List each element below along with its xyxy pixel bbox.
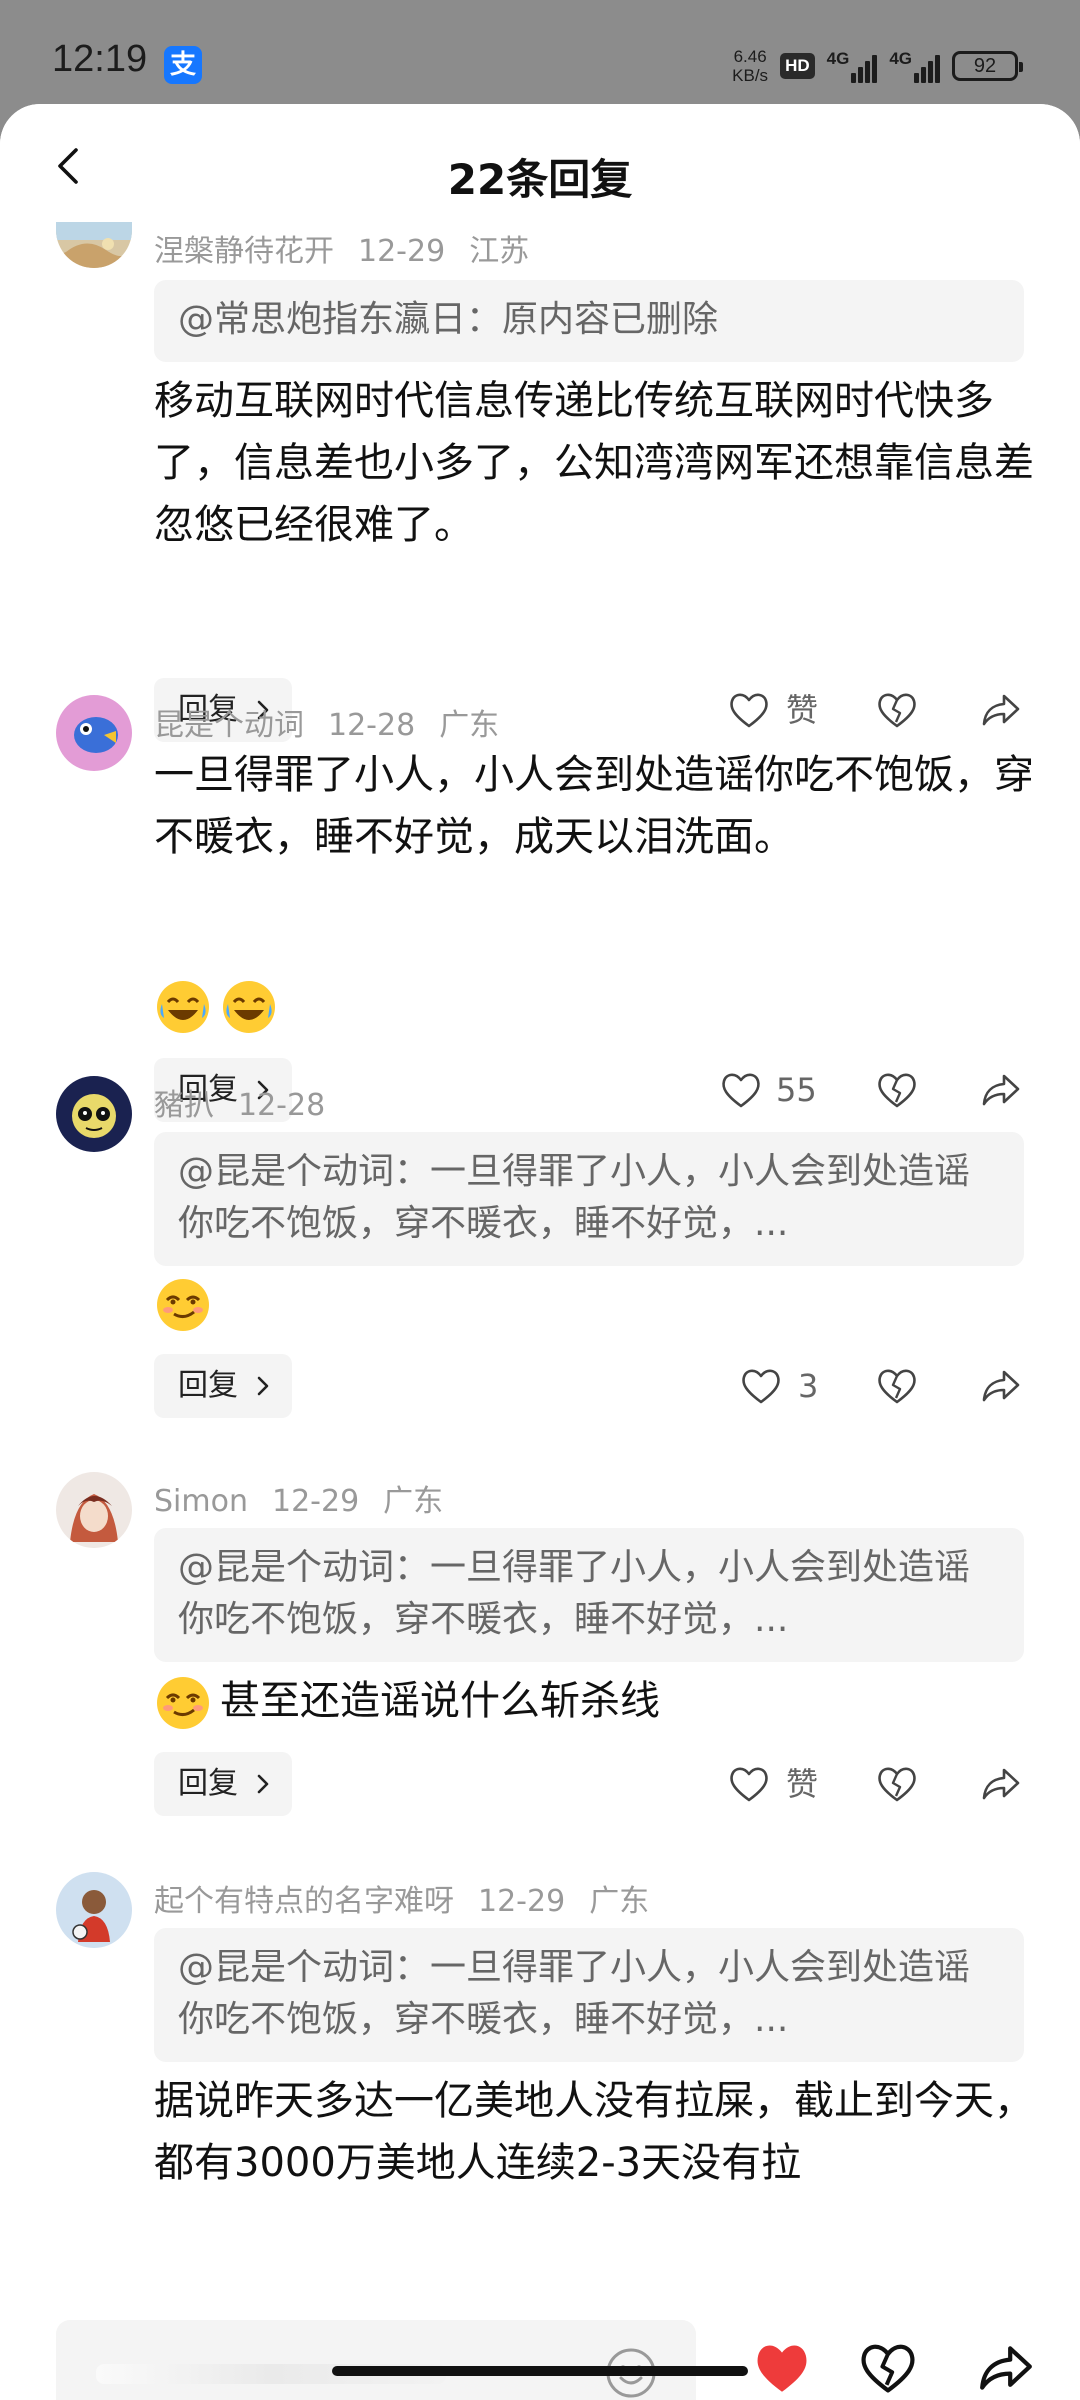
broken-heart-icon[interactable] <box>876 1764 918 1804</box>
avatar[interactable] <box>56 222 132 268</box>
username[interactable]: 涅槃静待花开 <box>154 234 334 269</box>
comment-location: 广东 <box>589 1884 650 1919</box>
broken-heart-icon[interactable] <box>876 1070 918 1110</box>
avatar[interactable] <box>56 1872 132 1948</box>
comment-actions: 赞 <box>720 1752 1040 1816</box>
laughing-tears-emoji <box>223 981 275 1033</box>
comment-date: 12-28 <box>328 708 416 743</box>
emoji-row <box>154 978 286 1036</box>
comment-input[interactable] <box>56 2320 696 2400</box>
share-icon[interactable] <box>980 1070 1022 1110</box>
signal-icon-2: 4G <box>889 49 940 83</box>
laughing-tears-emoji <box>157 981 209 1033</box>
comment-meta: 起个有特点的名字难呀 12-29 广东 <box>154 1876 673 1920</box>
comment-text: 甚至还造谣说什么斩杀线 <box>220 1678 660 1724</box>
broken-heart-icon[interactable] <box>876 690 918 730</box>
comment-date: 12-28 <box>238 1088 326 1123</box>
hd-icon: HD <box>780 53 815 79</box>
status-time: 12:19 <box>52 38 148 80</box>
chevron-right-icon <box>257 1376 269 1396</box>
quoted-comment[interactable]: @昆是个动词：一旦得罪了小人，小人会到处造谣你吃不饱饭，穿不暖衣，睡不好觉，..… <box>154 1528 1024 1662</box>
replies-sheet: 涅槃静待花开 12-29 江苏 @常思炮指东瀛日：原内容已删除 移动互联网时代信息传… <box>0 104 1080 2400</box>
heart-icon[interactable] <box>720 1070 762 1110</box>
comment-text: 据说昨天多达一亿美地人没有拉屎，截止到今天，都有3000万美地人连续2-3天没有… <box>154 2078 1034 2186</box>
broken-heart-icon[interactable] <box>876 1366 918 1406</box>
emoji-row <box>154 1276 220 1334</box>
reply-list[interactable]: 涅槃静待花开 12-29 江苏 @常思炮指东瀛日：原内容已删除 移动互联网时代信息传… <box>0 104 1080 2200</box>
comment-location: 江苏 <box>469 234 530 269</box>
comment-date: 12-29 <box>478 1884 566 1919</box>
heart-icon[interactable] <box>728 690 770 730</box>
like-count: 赞 <box>786 1765 819 1803</box>
share-icon[interactable] <box>976 2340 1036 2396</box>
chevron-right-icon <box>257 1774 269 1794</box>
comment-meta: 昆是个动词 12-28 广东 <box>154 700 523 744</box>
avatar[interactable] <box>56 1472 132 1548</box>
comment-meta: 豬扒 12-28 <box>154 1080 349 1124</box>
comment-actions: 55 <box>720 1058 1040 1122</box>
broken-heart-icon[interactable] <box>858 2340 918 2396</box>
comment-date: 12-29 <box>358 234 446 269</box>
username[interactable]: 昆是个动词 <box>154 708 304 743</box>
comment-actions: 3 <box>720 1354 1040 1418</box>
quoted-comment[interactable]: @昆是个动词：一旦得罪了小人，小人会到处造谣你吃不饱饭，穿不暖衣，睡不好觉，..… <box>154 1132 1024 1266</box>
comment-date: 12-29 <box>271 1484 360 1519</box>
heart-icon[interactable] <box>740 1366 782 1406</box>
like-count: 赞 <box>786 691 819 729</box>
username[interactable]: Simon <box>154 1484 248 1519</box>
like-count: 3 <box>798 1367 819 1405</box>
smirk-emoji <box>157 1279 209 1331</box>
comment-meta: 涅槃静待花开 12-29 江苏 <box>154 226 553 270</box>
quoted-comment[interactable]: @昆是个动词：一旦得罪了小人，小人会到处造谣你吃不饱饭，穿不暖衣，睡不好觉，..… <box>154 1928 1024 2062</box>
reply-button[interactable]: 回复 <box>154 1752 292 1816</box>
header: 22条回复 <box>0 104 1080 222</box>
comment-meta: Simon 12-29 广东 <box>154 1476 467 1520</box>
like-count: 55 <box>776 1071 817 1109</box>
heart-icon[interactable] <box>728 1764 770 1804</box>
share-icon[interactable] <box>980 1764 1022 1804</box>
comment-text-row: 甚至还造谣说什么斩杀线 <box>154 1670 1034 1732</box>
username[interactable]: 豬扒 <box>154 1088 214 1123</box>
home-indicator[interactable] <box>332 2366 748 2376</box>
battery-icon: 92 <box>952 51 1023 81</box>
comment-text: 一旦得罪了小人，小人会到处造谣你吃不饱饭，穿不暖衣，睡不好觉，成天以泪洗面。 <box>154 752 1034 860</box>
status-bar: 12:19 支 6.46 KB/s HD 4G 4G 92 <box>0 0 1080 110</box>
comment-location: 广东 <box>439 708 500 743</box>
comment-location: 广东 <box>383 1484 444 1519</box>
page-title: 22条回复 <box>447 155 633 204</box>
network-speed: 6.46 KB/s <box>732 47 769 85</box>
quoted-comment[interactable]: @常思炮指东瀛日：原内容已删除 <box>154 280 1024 362</box>
smirk-emoji <box>157 1677 209 1729</box>
share-icon[interactable] <box>980 1366 1022 1406</box>
avatar[interactable] <box>56 1076 132 1152</box>
status-indicators: 6.46 KB/s HD 4G 4G 92 <box>732 44 1023 88</box>
heart-filled-icon[interactable] <box>752 2340 812 2396</box>
comment-text: 移动互联网时代信息传递比传统互联网时代快多了，信息差也小多了，公知湾湾网军还想靠… <box>154 378 1034 548</box>
comment-actions: 赞 <box>720 678 1040 742</box>
share-icon[interactable] <box>980 690 1022 730</box>
avatar[interactable] <box>56 695 132 771</box>
signal-icon: 4G <box>827 49 878 83</box>
reply-button[interactable]: 回复 <box>154 1354 292 1418</box>
alipay-icon: 支 <box>164 46 202 84</box>
username[interactable]: 起个有特点的名字难呀 <box>154 1884 454 1919</box>
